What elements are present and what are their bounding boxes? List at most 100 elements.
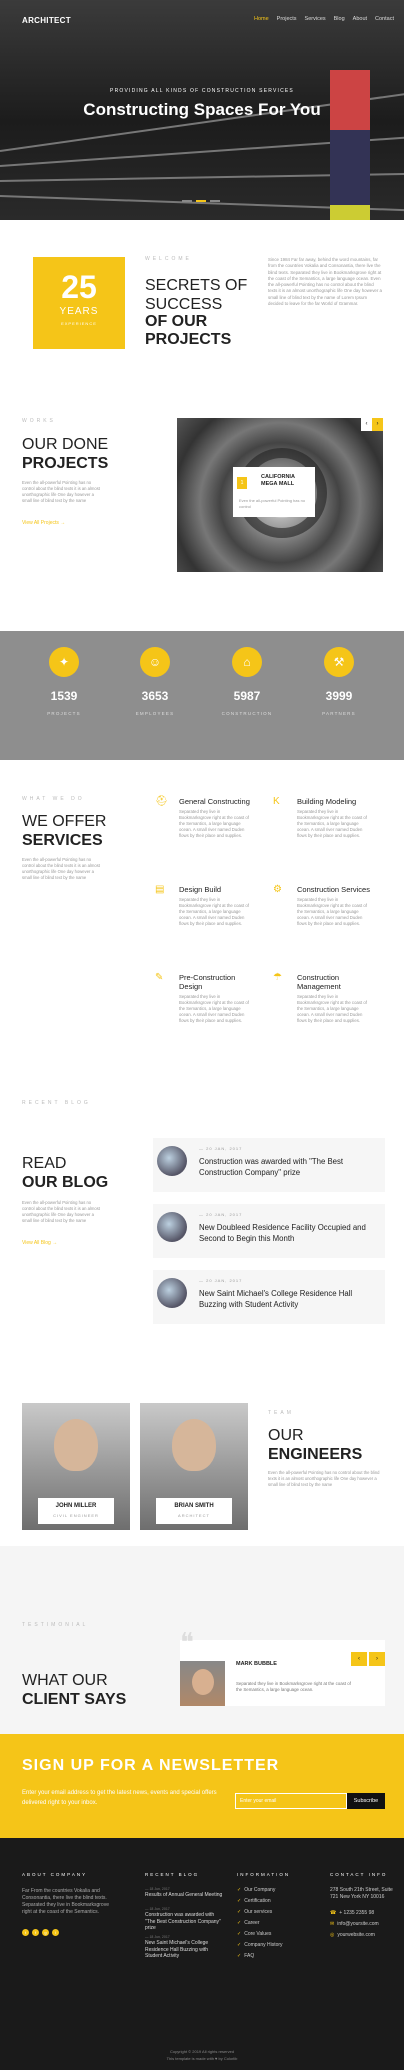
- stat-construction: ⌂ 5987 CONSTRUCTION: [212, 647, 282, 716]
- instagram-icon[interactable]: i: [52, 1929, 59, 1936]
- modeling-icon: K: [273, 796, 280, 807]
- next-arrow-icon[interactable]: ›: [369, 1652, 385, 1666]
- slider-dot-active[interactable]: [196, 200, 206, 202]
- testimonials-label: TESTIMONIAL: [22, 1622, 89, 1628]
- stat-number: 3999: [325, 689, 353, 703]
- footer-blog-item[interactable]: — 18 Jun, 2017 Construction was awarded …: [145, 1907, 225, 1932]
- engineers-text: Even the all-powerful Pointing has no co…: [268, 1470, 380, 1487]
- footer-info-link[interactable]: ✓ Our services: [237, 1909, 272, 1915]
- view-blog-link[interactable]: View All Blog →: [22, 1240, 57, 1246]
- stat-number: 5987: [233, 689, 261, 703]
- services-text: Even the all-powerful Pointing has no co…: [22, 857, 100, 880]
- next-arrow-icon[interactable]: ›: [372, 418, 383, 431]
- service-text: Separated they live in Bookmarksgrove ri…: [297, 809, 367, 838]
- experience-label: EXPERIENCE: [61, 321, 97, 326]
- service-text: Separated they live in Bookmarksgrove ri…: [297, 994, 367, 1023]
- subscribe-button[interactable]: Subscribe: [347, 1793, 385, 1809]
- blueprint-icon: ▤: [155, 884, 165, 895]
- blog-label: RECENT BLOG: [22, 1100, 91, 1106]
- service-title: Building Modeling: [297, 797, 357, 806]
- footer-address: 278 South 21th Street, Suite 721 New Yor…: [330, 1887, 393, 1900]
- testimonials-title-bold: CLIENT SAYS: [22, 1691, 127, 1708]
- twitter-icon[interactable]: t: [22, 1929, 29, 1936]
- about-text: Since 1984 Far far away, behind the word…: [268, 257, 382, 307]
- view-projects-link[interactable]: View All Projects →: [22, 520, 65, 526]
- footer-info-heading: INFORMATION: [237, 1872, 291, 1877]
- service-title: Design Build: [179, 885, 222, 894]
- post-date: — 20 JAN, 2017: [199, 1146, 243, 1151]
- engineer-photo: [54, 1419, 98, 1471]
- blog-post[interactable]: — 20 JAN, 2017 New Doubleed Residence Fa…: [153, 1204, 385, 1258]
- facebook-icon[interactable]: f: [32, 1929, 39, 1936]
- about-label: WELCOME: [145, 256, 192, 262]
- service-title: Construction Management: [297, 973, 341, 991]
- check-icon: ✓: [237, 1887, 242, 1893]
- footer-info-link[interactable]: ✓ Company History: [237, 1942, 283, 1948]
- nav-about[interactable]: About: [353, 16, 367, 22]
- check-icon: ✓: [237, 1920, 242, 1926]
- phone-icon: ☎: [330, 1910, 337, 1916]
- footer-blog-title[interactable]: New Saint Michael's College Residence Ha…: [145, 1940, 225, 1960]
- stat-number: 1539: [50, 689, 78, 703]
- engineer-card[interactable]: BRIAN SMITH ARCHITECT: [140, 1403, 248, 1530]
- nav-projects[interactable]: Projects: [277, 16, 297, 22]
- post-thumbnail: [157, 1278, 187, 1308]
- nav-services[interactable]: Services: [305, 16, 326, 22]
- stat-partners: ⚒ 3999 PARTNERS: [304, 647, 374, 716]
- blog-post[interactable]: — 20 JAN, 2017 New Saint Michael's Colle…: [153, 1270, 385, 1324]
- footer-phone[interactable]: ☎ + 1235 2355 98: [330, 1910, 374, 1917]
- experience-years: YEARS: [59, 306, 99, 317]
- footer-about-text: Far From the countries Vokalia and Conso…: [22, 1888, 109, 1915]
- engineer-info: BRIAN SMITH ARCHITECT: [156, 1498, 232, 1524]
- newsletter-title: SIGN UP FOR A NEWSLETTER: [22, 1757, 280, 1774]
- stat-label: EMPLOYEES: [135, 711, 175, 716]
- post-thumbnail: [157, 1212, 187, 1242]
- slider-dot[interactable]: [210, 200, 220, 202]
- main-nav: Home Projects Services Blog About Contac…: [254, 16, 394, 22]
- footer-info-link[interactable]: ✓ Career: [237, 1920, 260, 1926]
- engineers-title-light: OUR: [268, 1427, 304, 1444]
- email-input[interactable]: Enter your email: [235, 1793, 347, 1809]
- post-title[interactable]: New Saint Michael's College Residence Ha…: [199, 1288, 379, 1310]
- blog-post[interactable]: — 20 JAN, 2017 Construction was awarded …: [153, 1138, 385, 1192]
- footer-blog-item[interactable]: — 18 Jun, 2017 New Saint Michael's Colle…: [145, 1935, 225, 1960]
- project-card[interactable]: 1 CALIFORNIA MEGA MALL Even the all-powe…: [233, 467, 315, 517]
- newsletter-section: [0, 1734, 404, 1838]
- nav-contact[interactable]: Contact: [375, 16, 394, 22]
- stat-projects: ✦ 1539 PROJECTS: [29, 647, 99, 716]
- employees-icon: ☺: [140, 647, 170, 677]
- slider-dot[interactable]: [182, 200, 192, 202]
- engineer-card[interactable]: JOHN MILLER CIVIL ENGINEER: [22, 1403, 130, 1530]
- footer-blog-title[interactable]: Results of Annual General Meeting: [145, 1892, 225, 1899]
- footer-website[interactable]: ◎ yourwebsite.com: [330, 1932, 375, 1939]
- post-date: — 20 JAN, 2017: [199, 1278, 243, 1283]
- logo[interactable]: ARCHITECT: [22, 16, 71, 25]
- footer-info-link[interactable]: ✓ Core Values: [237, 1931, 271, 1937]
- footer-blog-heading: RECENT BLOG: [145, 1872, 200, 1877]
- post-title[interactable]: New Doubleed Residence Facility Occupied…: [199, 1222, 379, 1244]
- footer-email[interactable]: ✉ info@yoursite.com: [330, 1921, 379, 1928]
- post-title[interactable]: Construction was awarded with "The Best …: [199, 1156, 379, 1178]
- nav-blog[interactable]: Blog: [334, 16, 345, 22]
- footer-info-link[interactable]: ✓ FAQ: [237, 1953, 254, 1959]
- stat-number: 3653: [141, 689, 169, 703]
- service-title: Construction Services: [297, 885, 370, 894]
- footer-info-link[interactable]: ✓ Our Company: [237, 1887, 275, 1893]
- service-title: General Constructing: [179, 797, 250, 806]
- engineer-name: BRIAN SMITH: [174, 1503, 214, 1509]
- engineer-role: ARCHITECT: [178, 1513, 210, 1518]
- google-icon[interactable]: g: [42, 1929, 49, 1936]
- partners-icon: ⚒: [324, 647, 354, 677]
- check-icon: ✓: [237, 1931, 242, 1937]
- prev-arrow-icon[interactable]: ‹: [361, 418, 372, 431]
- footer-blog-title[interactable]: Construction was awarded with "The Best …: [145, 1912, 225, 1932]
- projects-icon: ✦: [49, 647, 79, 677]
- nav-home[interactable]: Home: [254, 16, 269, 22]
- footer-info-link[interactable]: ✓ Certification: [237, 1898, 271, 1904]
- footer-blog-item[interactable]: — 18 Jun, 2017 Results of Annual General…: [145, 1887, 225, 1899]
- service-text: Separated they live in Bookmarksgrove ri…: [179, 994, 249, 1023]
- check-icon: ✓: [237, 1909, 242, 1915]
- prev-arrow-icon[interactable]: ‹: [351, 1652, 367, 1666]
- stat-label: CONSTRUCTION: [221, 711, 273, 716]
- services-label: WHAT WE DO: [22, 796, 85, 802]
